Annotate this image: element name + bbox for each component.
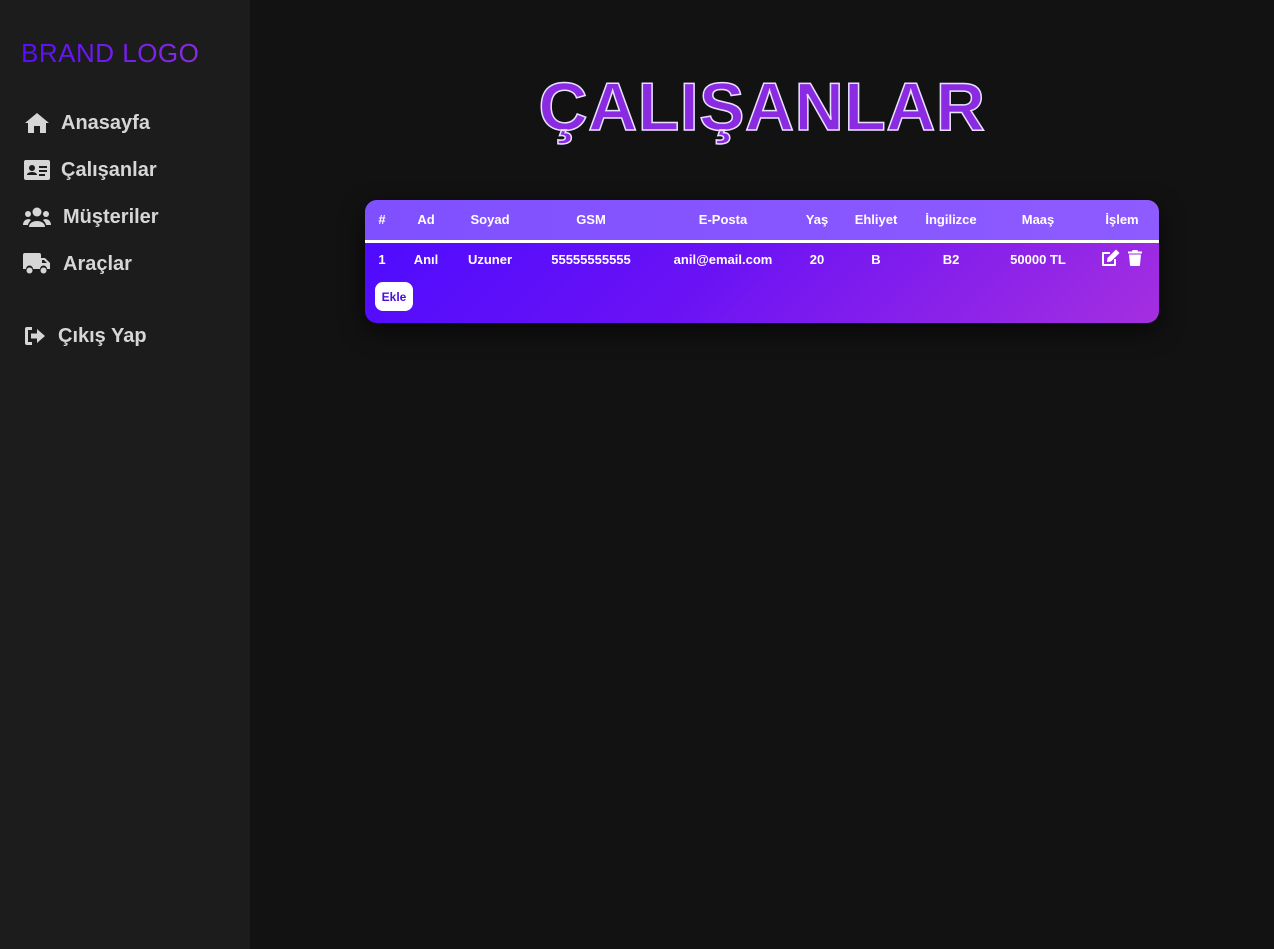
cell-maas: 50000 TL — [1010, 252, 1066, 267]
cell-gsm: 55555555555 — [551, 252, 631, 267]
sidebar-item-label: Anasayfa — [61, 111, 150, 134]
sidebar-item-label: Çalışanlar — [61, 158, 157, 181]
column-header-yas: Yaş — [805, 212, 829, 227]
column-header-ehliyet: Ehliyet — [854, 212, 898, 227]
sidebar-item-label: Araçlar — [63, 252, 132, 275]
cell-yas: 20 — [809, 252, 825, 267]
column-header-ad: Ad — [417, 212, 435, 227]
cell-soyad: Uzuner — [467, 252, 513, 267]
row-actions — [1101, 249, 1142, 272]
page-title: ÇALIŞANLAR — [538, 68, 986, 146]
employees-table: # Ad Soyad GSM E-Posta Yaş Ehliyet İngil… — [365, 200, 1159, 323]
truck-icon — [23, 252, 51, 276]
column-header-no: # — [378, 212, 386, 227]
cell-ad: Anıl — [413, 252, 439, 267]
logout-button[interactable]: Çıkış Yap — [23, 324, 147, 348]
brand-logo[interactable]: BRAND LOGO — [21, 38, 199, 69]
sidebar-item-home[interactable]: Anasayfa — [23, 111, 150, 135]
sign-out-icon — [23, 324, 47, 348]
sidebar-item-vehicles[interactable]: Araçlar — [23, 252, 132, 276]
cell-no: 1 — [378, 252, 386, 267]
sidebar: BRAND LOGO Anasayfa Çalışanlar Müşterile… — [0, 0, 250, 949]
column-header-islem: İşlem — [1105, 212, 1139, 227]
column-header-soyad: Soyad — [470, 212, 510, 227]
column-header-maas: Maaş — [1021, 212, 1055, 227]
home-icon — [23, 111, 51, 135]
logout-label: Çıkış Yap — [58, 324, 147, 347]
cell-ingilizce: B2 — [942, 252, 960, 267]
add-button[interactable]: Ekle — [375, 282, 413, 311]
cell-ehliyet: B — [871, 252, 881, 267]
sidebar-item-label: Müşteriler — [63, 205, 159, 228]
id-card-icon — [23, 158, 51, 182]
trash-icon[interactable] — [1128, 250, 1142, 271]
users-icon — [23, 205, 51, 229]
header-divider — [365, 240, 1159, 243]
table-header: # Ad Soyad GSM E-Posta Yaş Ehliyet İngil… — [365, 200, 1159, 240]
sidebar-item-customers[interactable]: Müşteriler — [23, 205, 159, 229]
column-header-ingilizce: İngilizce — [925, 212, 977, 227]
sidebar-item-employees[interactable]: Çalışanlar — [23, 158, 157, 182]
column-header-eposta: E-Posta — [698, 212, 748, 227]
edit-icon[interactable] — [1101, 249, 1120, 272]
column-header-gsm: GSM — [576, 212, 606, 227]
cell-eposta: anil@email.com — [673, 252, 773, 267]
